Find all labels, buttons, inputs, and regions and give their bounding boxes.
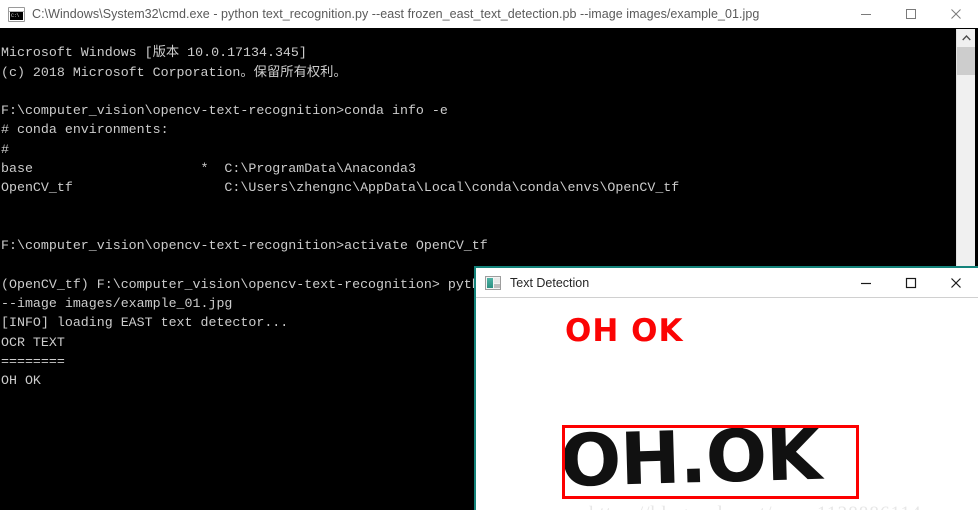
cmd-window-title: C:\Windows\System32\cmd.exe - python tex… xyxy=(32,7,760,21)
image-preview-icon-tile-a xyxy=(487,277,493,288)
cmd-close-button[interactable] xyxy=(933,0,978,28)
cmd-icon-glyph: C:\ xyxy=(10,11,23,20)
image-preview-icon xyxy=(485,275,501,290)
image-preview-icon-tile-b xyxy=(494,277,500,283)
text-detection-minimize-button[interactable] xyxy=(843,268,888,297)
scroll-up-arrow-icon[interactable] xyxy=(957,29,975,46)
image-preview-icon-tile-c xyxy=(494,283,500,288)
cmd-console-icon: C:\ xyxy=(8,6,25,22)
text-detection-maximize-button[interactable] xyxy=(888,268,933,297)
cmd-window-controls xyxy=(843,0,978,28)
text-detection-window-controls xyxy=(843,268,978,297)
cmd-titlebar[interactable]: C:\ C:\Windows\System32\cmd.exe - python… xyxy=(0,0,978,29)
detection-image-canvas: OH OK OH.OK https://blog.csdn.net/wsp_11… xyxy=(476,298,978,510)
text-detection-close-button[interactable] xyxy=(933,268,978,297)
detection-bounding-box xyxy=(562,425,859,499)
text-detection-window-title: Text Detection xyxy=(510,275,590,290)
text-detection-titlebar[interactable]: Text Detection xyxy=(476,268,978,298)
text-detection-window: Text Detection OH OK OH.OK xyxy=(474,266,978,510)
cmd-scrollbar-thumb[interactable] xyxy=(957,47,975,75)
cmd-minimize-button[interactable] xyxy=(843,0,888,28)
watermark-url: https://blog.csdn.net/wsp_1138886114 xyxy=(589,503,922,510)
cmd-maximize-button[interactable] xyxy=(888,0,933,28)
ocr-result-label: OH OK xyxy=(565,313,684,349)
